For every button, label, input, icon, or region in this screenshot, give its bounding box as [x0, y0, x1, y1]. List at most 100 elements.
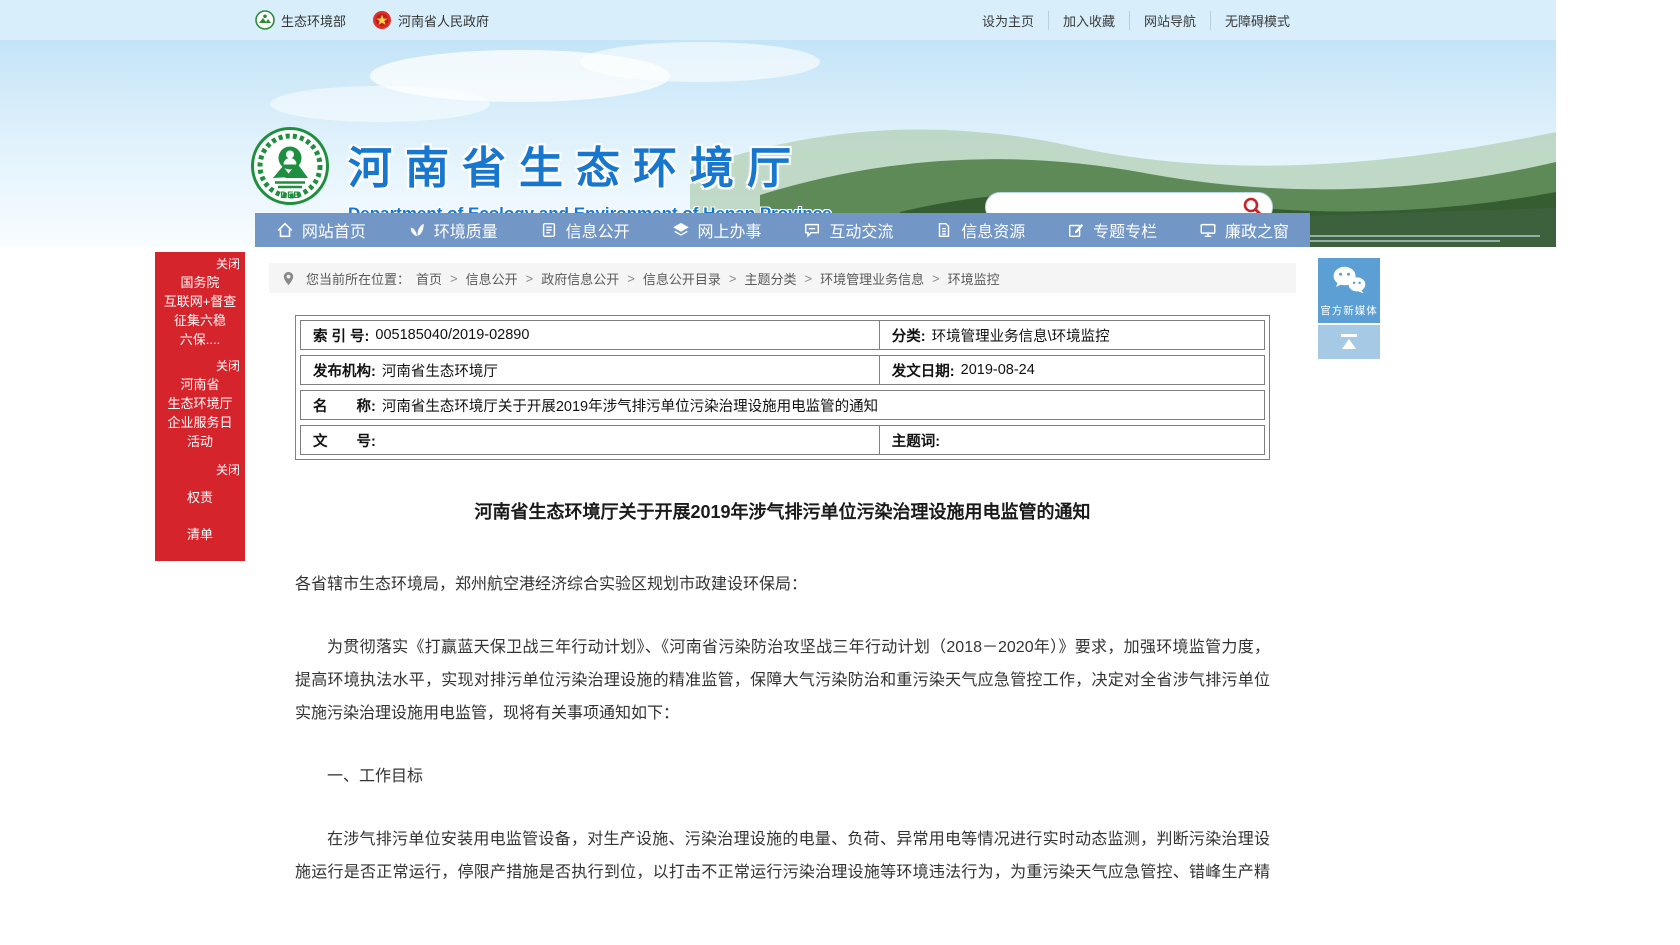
article-intro-paragraph: 为贯彻落实《打赢蓝天保卫战三年行动计划》、《河南省污染防治攻坚战三年行动计划（2…: [295, 631, 1270, 730]
site-title: 河南省生态环境厅: [348, 132, 832, 196]
meta-value: 环境管理业务信息\环境监控: [932, 325, 1110, 346]
meta-label: 文 号:: [313, 430, 376, 451]
wechat-official-media-widget[interactable]: 官方新媒体: [1318, 258, 1380, 323]
meta-label: 发文日期:: [892, 360, 955, 381]
site-branding: 河南省生态环境厅 Department of Ecology and Envir…: [348, 132, 832, 224]
meta-label: 名 称:: [313, 395, 376, 416]
nav-item-info-disclosure[interactable]: 信息公开: [519, 213, 651, 247]
notice-line[interactable]: 河南省: [155, 375, 245, 394]
nav-label: 专题专栏: [1093, 218, 1157, 242]
crumb-env-monitoring[interactable]: 环境监控: [948, 269, 1000, 288]
nav-label: 网站首页: [302, 218, 366, 242]
meta-row-publisher: 发布机构: 河南省生态环境厅 发文日期: 2019-08-24: [300, 355, 1265, 385]
crumb-separator: >: [448, 271, 460, 286]
crumb-separator: >: [625, 271, 637, 286]
crumb-topic-category[interactable]: 主题分类: [744, 269, 796, 288]
crumb-separator: >: [802, 271, 814, 286]
meta-row-doc-no: 文 号: 主题词:: [300, 425, 1265, 455]
article-title: 河南省生态环境厅关于开展2019年涉气排污单位污染治理设施用电监管的通知: [295, 498, 1270, 524]
link-henan-gov[interactable]: 河南省人民政府: [372, 10, 489, 30]
notice-line[interactable]: 互联网+督查: [155, 292, 245, 311]
notice-line[interactable]: 企业服务日: [155, 413, 245, 432]
meta-label: 分类:: [892, 325, 926, 346]
wechat-icon: [1331, 265, 1367, 295]
notice-line[interactable]: 权责: [155, 479, 245, 516]
breadcrumb: 您当前所在位置： 首页 > 信息公开 > 政府信息公开 > 信息公开目录 > 主…: [269, 263, 1296, 293]
document-icon: [935, 221, 953, 239]
monitor-icon: [1199, 221, 1217, 239]
meta-value: 005185040/2019-02890: [375, 327, 529, 343]
henan-gov-emblem-icon: [372, 10, 392, 30]
link-site-navigation[interactable]: 网站导航: [1129, 11, 1210, 30]
nav-label: 互动交流: [829, 218, 893, 242]
crumb-info-disclosure[interactable]: 信息公开: [466, 269, 518, 288]
nav-label: 环境质量: [434, 218, 498, 242]
back-to-top-button[interactable]: [1318, 325, 1380, 359]
notice-line[interactable]: 清单: [155, 516, 245, 553]
top-right-links: 设为主页 加入收藏 网站导航 无障碍模式: [968, 11, 1304, 30]
article-body: 各省辖市生态环境局，郑州航空港经济综合实验区规划市政建设环保局： 为贯彻落实《打…: [295, 568, 1270, 884]
link-mee[interactable]: 生态环境部: [255, 10, 346, 30]
meta-cell-publisher: 发布机构: 河南省生态环境厅: [301, 356, 879, 384]
notice-line[interactable]: 活动: [155, 432, 245, 451]
wechat-caption: 官方新媒体: [1318, 303, 1380, 318]
crumb-home[interactable]: 首页: [416, 269, 442, 288]
main-navigation: 网站首页 环境质量 信息公开 网上办事: [255, 213, 1310, 247]
meta-value: 2019-08-24: [961, 362, 1035, 378]
nav-label: 信息公开: [566, 218, 630, 242]
logo-dee-text: DEE: [280, 190, 300, 201]
nav-label: 廉政之窗: [1225, 218, 1289, 242]
meta-row-index: 索 引 号: 005185040/2019-02890 分类: 环境管理业务信息…: [300, 320, 1265, 350]
notice-line[interactable]: 征集六稳: [155, 311, 245, 330]
close-button[interactable]: 关闭: [155, 252, 245, 273]
nav-item-interaction[interactable]: 互动交流: [783, 213, 915, 247]
mee-logo-icon: [255, 10, 275, 30]
nav-item-online-services[interactable]: 网上办事: [651, 213, 783, 247]
crumb-env-mgmt-info[interactable]: 环境管理业务信息: [820, 269, 924, 288]
meta-label: 主题词:: [892, 430, 940, 451]
crumb-gov-info[interactable]: 政府信息公开: [541, 269, 619, 288]
meta-label: 发布机构:: [313, 360, 376, 381]
browser-page: 生态环境部 河南省人民政府 设为主页 加入收藏 网站导航 无障碍模式: [0, 0, 1556, 884]
notice-line[interactable]: 国务院: [155, 273, 245, 292]
link-mee-label: 生态环境部: [281, 11, 346, 30]
breadcrumb-prefix: 您当前所在位置：: [306, 269, 410, 288]
meta-value: 河南省生态环境厅关于开展2019年涉气排污单位污染治理设施用电监管的通知: [382, 395, 878, 416]
notice-line[interactable]: 六保....: [155, 330, 245, 349]
crumb-separator: >: [727, 271, 739, 286]
location-pin-icon: [281, 271, 296, 286]
crumb-separator: >: [930, 271, 942, 286]
news-icon: [540, 221, 558, 239]
meta-value: 河南省生态环境厅: [382, 360, 498, 381]
meta-cell-keywords: 主题词:: [879, 426, 1264, 454]
header-banner: DEE 河南省生态环境厅 Department of Ecology and E…: [0, 40, 1556, 247]
meta-cell-issue-date: 发文日期: 2019-08-24: [879, 356, 1264, 384]
link-set-homepage[interactable]: 设为主页: [968, 11, 1048, 30]
arrow-up-icon: [1337, 332, 1361, 352]
home-icon: [276, 221, 294, 239]
nav-item-special-topics[interactable]: 专题专栏: [1046, 213, 1178, 247]
link-accessibility-mode[interactable]: 无障碍模式: [1210, 11, 1304, 30]
link-henan-gov-label: 河南省人民政府: [398, 11, 489, 30]
dee-logo[interactable]: DEE: [250, 126, 330, 206]
meta-cell-category: 分类: 环境管理业务信息\环境监控: [879, 321, 1264, 349]
document-meta-table: 索 引 号: 005185040/2019-02890 分类: 环境管理业务信息…: [295, 315, 1270, 460]
nav-item-home[interactable]: 网站首页: [255, 213, 387, 247]
leaf-icon: [408, 221, 426, 239]
nav-item-integrity-window[interactable]: 廉政之窗: [1178, 213, 1310, 247]
nav-item-info-resources[interactable]: 信息资源: [914, 213, 1046, 247]
meta-label: 索 引 号:: [313, 325, 369, 346]
close-button[interactable]: 关闭: [155, 458, 245, 479]
crumb-info-catalog[interactable]: 信息公开目录: [643, 269, 721, 288]
floating-notice-service-day[interactable]: 关闭 河南省 生态环境厅 企业服务日 活动: [155, 354, 245, 459]
top-left-links: 生态环境部 河南省人民政府: [255, 10, 489, 30]
close-button[interactable]: 关闭: [155, 354, 245, 375]
floating-notice-guowuyuan[interactable]: 关闭 国务院 互联网+督查 征集六稳 六保....: [155, 252, 245, 357]
nav-label: 信息资源: [961, 218, 1025, 242]
link-add-favorite[interactable]: 加入收藏: [1048, 11, 1129, 30]
nav-item-env-quality[interactable]: 环境质量: [387, 213, 519, 247]
article: 河南省生态环境厅关于开展2019年涉气排污单位污染治理设施用电监管的通知 各省辖…: [295, 498, 1270, 884]
article-salutation: 各省辖市生态环境局，郑州航空港经济综合实验区规划市政建设环保局：: [295, 568, 1270, 601]
floating-notice-power-list[interactable]: 关闭 权责 清单: [155, 458, 245, 561]
notice-line[interactable]: 生态环境厅: [155, 394, 245, 413]
